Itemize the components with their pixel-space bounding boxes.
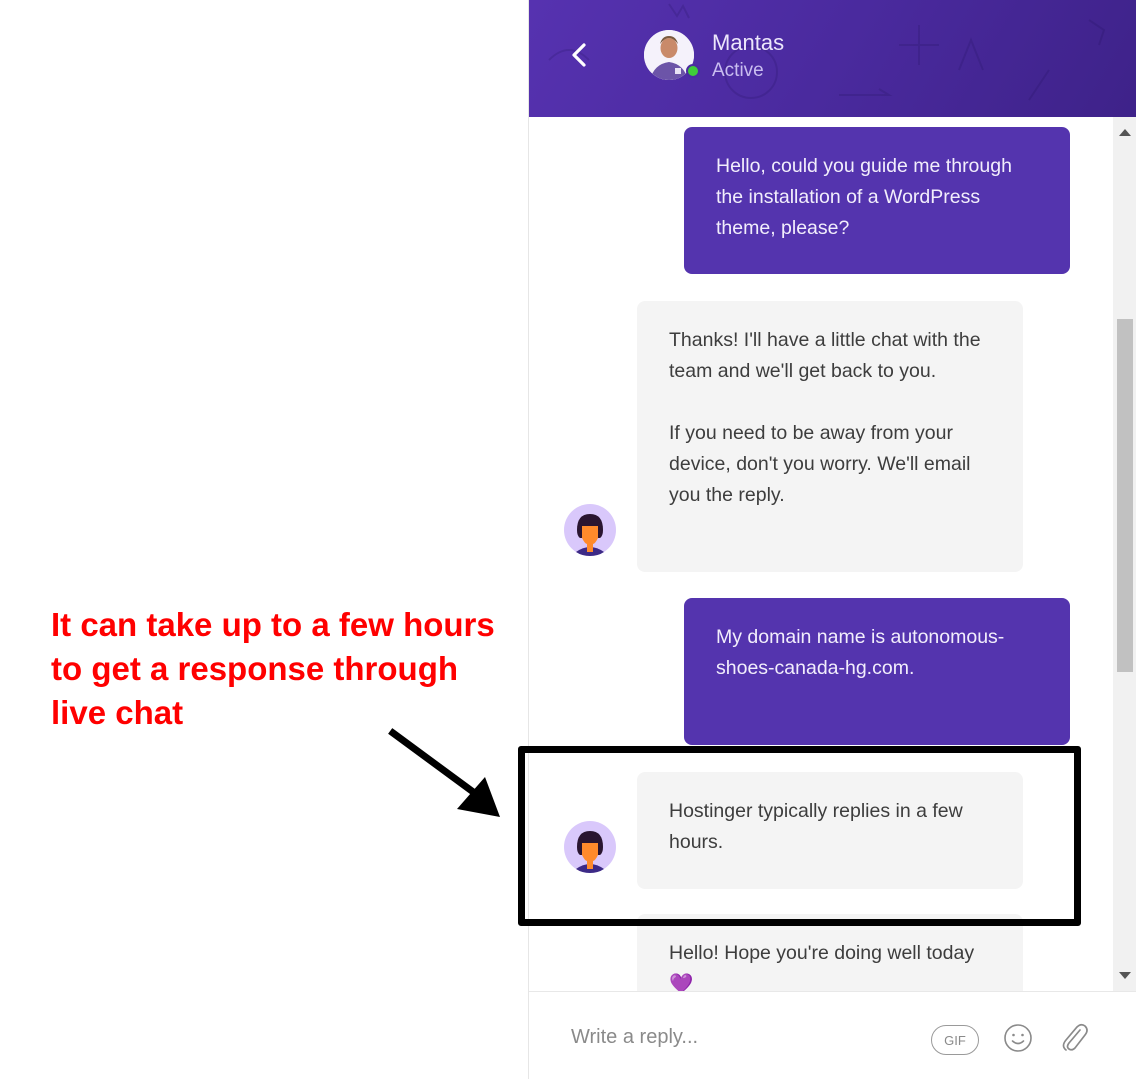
message-text: My domain name is autonomous-shoes-canad…: [716, 626, 1005, 679]
scrollbar[interactable]: [1113, 117, 1136, 991]
paperclip-icon[interactable]: [1059, 1022, 1089, 1054]
message-text: Hello, could you guide me through the in…: [716, 155, 1012, 239]
composer: GIF: [529, 991, 1136, 1079]
user-message: My domain name is autonomous-shoes-canad…: [684, 598, 1070, 745]
annotation-arrow-icon: [388, 728, 500, 817]
agent-message: Hostinger typically replies in a few hou…: [637, 772, 1023, 889]
scrollbar-thumb[interactable]: [1117, 319, 1133, 672]
bot-avatar-icon: [564, 504, 616, 556]
online-status-dot: [686, 64, 700, 78]
message-list[interactable]: Hello, could you guide me through the in…: [529, 117, 1136, 991]
chat-header: Mantas Active: [529, 0, 1136, 117]
agent-message: Thanks! I'll have a little chat with the…: [637, 301, 1023, 572]
gif-button[interactable]: GIF: [931, 1025, 979, 1055]
scroll-down-arrow-icon[interactable]: [1119, 972, 1131, 979]
message-paragraph: If you need to be away from your device,…: [669, 422, 971, 506]
agent-name: Mantas: [712, 30, 785, 55]
smiley-icon[interactable]: [1003, 1023, 1033, 1053]
message-text: Hostinger typically replies in a few hou…: [669, 800, 963, 853]
agent-message: Hello! Hope you're doing well today 💜: [637, 914, 1023, 991]
agent-status: Active: [712, 60, 764, 81]
message-text: Hello! Hope you're doing well today 💜: [669, 942, 975, 991]
reply-input[interactable]: [571, 1020, 911, 1054]
header-doodle-pattern: [548, 3, 1106, 101]
annotation-callout: It can take up to a few hours to get a r…: [51, 606, 495, 731]
message-paragraph: Thanks! I'll have a little chat with the…: [669, 329, 981, 382]
user-message: Hello, could you guide me through the in…: [684, 127, 1070, 274]
scroll-up-arrow-icon[interactable]: [1119, 129, 1131, 136]
chat-widget: Mantas Active Hello, could you guide me …: [528, 0, 1136, 1079]
back-button[interactable]: [565, 38, 593, 72]
chevron-left-icon: [572, 43, 586, 67]
bot-avatar-icon: [564, 821, 616, 873]
